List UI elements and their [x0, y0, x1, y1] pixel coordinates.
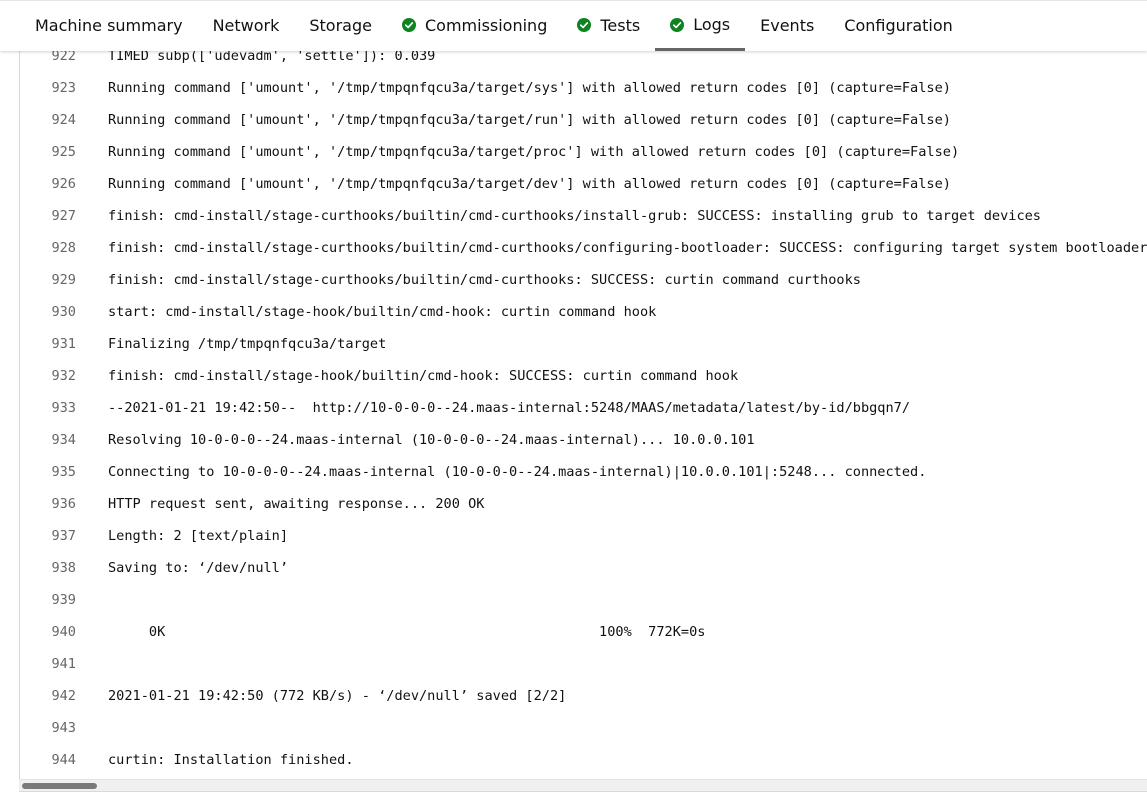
log-line: 931 Finalizing /tmp/tmpqnfqcu3a/target [20, 328, 1147, 360]
success-check-icon [670, 17, 685, 32]
tab-label: Events [760, 15, 815, 35]
divider [19, 791, 1147, 792]
log-text: Running command ['umount', '/tmp/tmpqnfq… [108, 176, 951, 192]
line-number: 924 [51, 112, 76, 128]
line-number: 942 [51, 688, 76, 704]
log-line: 925 Running command ['umount', '/tmp/tmpq… [20, 136, 1147, 168]
tab-label: Logs [693, 15, 731, 34]
success-check-icon [577, 18, 592, 32]
line-number: 932 [51, 368, 76, 384]
log-line: 936 HTTP request sent, awaiting response.… [20, 488, 1147, 520]
log-line: 943 [20, 712, 1147, 744]
log-line: 930 start: cmd-install/stage-hook/builtin… [20, 296, 1147, 328]
log-text: TIMED subp(['udevadm', 'settle']): 0.039 [108, 50, 436, 64]
tab-commissioning[interactable]: Commissioning [387, 1, 562, 51]
log-line: 923 Running command ['umount', '/tmp/tmpq… [20, 72, 1147, 104]
line-number: 934 [51, 432, 76, 448]
log-text: finish: cmd-install/stage-curthooks/buil… [108, 208, 1041, 224]
line-number: 933 [51, 400, 76, 416]
success-check-icon [401, 18, 416, 32]
log-line: 928 finish: cmd-install/stage-curthooks/b… [20, 232, 1147, 264]
tab-label: Tests [600, 15, 641, 35]
log-text: Connecting to 10-0-0-0--24.maas-internal… [108, 464, 927, 480]
log-line: 937 Length: 2 [text/plain] [20, 520, 1147, 552]
log-line: 929 finish: cmd-install/stage-curthooks/b… [20, 264, 1147, 296]
log-text: 2021-01-21 19:42:50 (772 KB/s) - ‘/dev/n… [108, 688, 567, 704]
log-text: HTTP request sent, awaiting response... … [108, 496, 485, 512]
log-text: --2021-01-21 19:42:50-- http://10-0-0-0-… [108, 400, 911, 416]
tab-label: Network [212, 15, 280, 35]
machine-tabs: Machine summary Network Storage Commissioni… [0, 0, 1147, 51]
log-text: 0K 100% 772K=0s [108, 624, 706, 640]
log-line: 922 TIMED subp(['udevadm', 'settle']): 0.… [20, 50, 1147, 72]
log-line: 944 curtin: Installation finished. [20, 744, 1147, 776]
line-number: 931 [51, 336, 76, 352]
tab-logs[interactable]: Logs [655, 1, 746, 51]
line-number: 923 [51, 80, 76, 96]
tab-network[interactable]: Network [198, 1, 295, 51]
line-number: 926 [51, 176, 76, 192]
line-number: 936 [51, 496, 76, 512]
line-number: 935 [51, 464, 76, 480]
line-number: 927 [51, 208, 76, 224]
scrollbar-thumb[interactable] [22, 783, 97, 789]
log-line: 932 finish: cmd-install/stage-hook/builti… [20, 360, 1147, 392]
log-text: Running command ['umount', '/tmp/tmpqnfq… [108, 80, 951, 96]
log-viewer[interactable]: 922 TIMED subp(['udevadm', 'settle']): 0.… [19, 50, 1147, 790]
log-text: Running command ['umount', '/tmp/tmpqnfq… [108, 144, 960, 160]
tab-machine-summary[interactable]: Machine summary [20, 1, 198, 51]
line-number: 930 [51, 304, 76, 320]
log-text: Saving to: ‘/dev/null’ [108, 560, 289, 576]
log-text: curtin: Installation finished. [108, 752, 354, 768]
tab-list: Machine summary Network Storage Commissioni… [20, 1, 968, 51]
line-number: 938 [51, 560, 76, 576]
log-text: Length: 2 [text/plain] [108, 528, 289, 544]
line-number: 922 [51, 50, 76, 64]
log-text: finish: cmd-install/stage-curthooks/buil… [108, 240, 1147, 256]
log-text: Resolving 10-0-0-0--24.maas-internal (10… [108, 432, 755, 448]
log-line: 935 Connecting to 10-0-0-0--24.maas-inter… [20, 456, 1147, 488]
log-line: 941 [20, 648, 1147, 680]
line-number: 937 [51, 528, 76, 544]
log-line: 940 0K 100% 772K=0s [20, 616, 1147, 648]
log-line: 939 [20, 584, 1147, 616]
tab-storage[interactable]: Storage [294, 1, 387, 51]
tab-tests[interactable]: Tests [562, 1, 655, 51]
log-text: Running command ['umount', '/tmp/tmpqnfq… [108, 112, 951, 128]
line-number: 925 [51, 144, 76, 160]
line-number: 928 [51, 240, 76, 256]
log-line: 942 2021-01-21 19:42:50 (772 KB/s) - ‘/de… [20, 680, 1147, 712]
log-line: 938 Saving to: ‘/dev/null’ [20, 552, 1147, 584]
line-number: 940 [51, 624, 76, 640]
line-number: 941 [51, 656, 76, 672]
log-line: 934 Resolving 10-0-0-0--24.maas-internal … [20, 424, 1147, 456]
log-line: 924 Running command ['umount', '/tmp/tmpq… [20, 104, 1147, 136]
log-line: 933 --2021-01-21 19:42:50-- http://10-0-0… [20, 392, 1147, 424]
tab-configuration[interactable]: Configuration [829, 1, 968, 51]
tab-label: Commissioning [424, 15, 548, 35]
log-text: start: cmd-install/stage-hook/builtin/cm… [108, 304, 657, 320]
log-line: 927 finish: cmd-install/stage-curthooks/b… [20, 200, 1147, 232]
tab-label: Machine summary [35, 15, 183, 35]
tab-label: Storage [309, 15, 372, 35]
log-line: 926 Running command ['umount', '/tmp/tmpq… [20, 168, 1147, 200]
log-text: finish: cmd-install/stage-hook/builtin/c… [108, 368, 739, 384]
log-content: 922 TIMED subp(['udevadm', 'settle']): 0.… [20, 50, 1147, 776]
line-number: 939 [51, 592, 76, 608]
log-text: Finalizing /tmp/tmpqnfqcu3a/target [108, 336, 387, 352]
tab-events[interactable]: Events [745, 1, 829, 51]
line-number: 943 [51, 720, 76, 736]
log-text: finish: cmd-install/stage-curthooks/buil… [108, 272, 861, 288]
line-number: 944 [51, 752, 76, 768]
tab-label: Configuration [844, 15, 953, 35]
line-number: 929 [51, 272, 76, 288]
